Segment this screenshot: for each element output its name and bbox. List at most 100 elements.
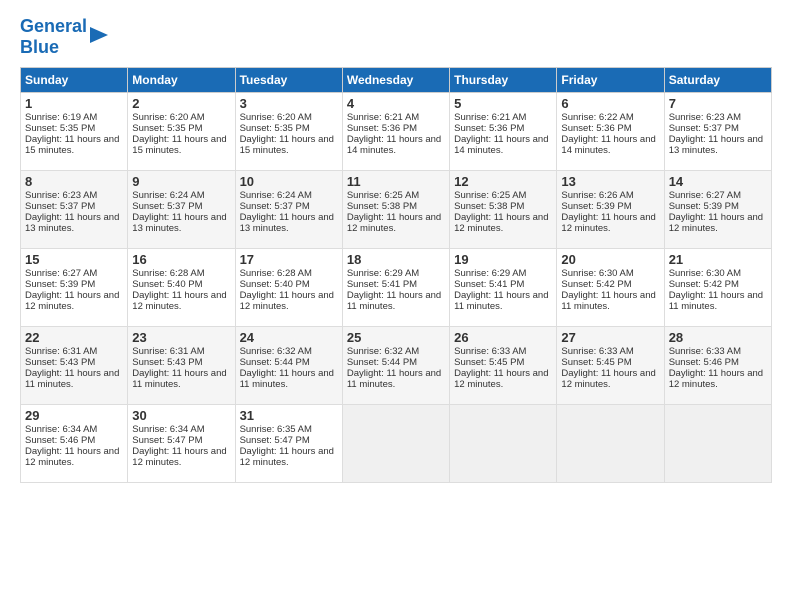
sunrise-text: Sunrise: 6:21 AM	[454, 112, 552, 123]
day-number: 20	[561, 252, 659, 267]
daylight-text: Daylight: 11 hours and 12 minutes.	[347, 212, 445, 234]
sunrise-text: Sunrise: 6:29 AM	[454, 268, 552, 279]
calendar-cell: 16Sunrise: 6:28 AMSunset: 5:40 PMDayligh…	[128, 249, 235, 327]
calendar-cell: 1Sunrise: 6:19 AMSunset: 5:35 PMDaylight…	[21, 93, 128, 171]
day-number: 4	[347, 96, 445, 111]
sunrise-text: Sunrise: 6:27 AM	[25, 268, 123, 279]
day-number: 11	[347, 174, 445, 189]
sunset-text: Sunset: 5:41 PM	[347, 279, 445, 290]
sunset-text: Sunset: 5:46 PM	[25, 435, 123, 446]
calendar-cell: 30Sunrise: 6:34 AMSunset: 5:47 PMDayligh…	[128, 405, 235, 483]
sunrise-text: Sunrise: 6:33 AM	[561, 346, 659, 357]
daylight-text: Daylight: 11 hours and 11 minutes.	[669, 290, 767, 312]
calendar-cell	[450, 405, 557, 483]
day-number: 13	[561, 174, 659, 189]
calendar-cell: 11Sunrise: 6:25 AMSunset: 5:38 PMDayligh…	[342, 171, 449, 249]
sunrise-text: Sunrise: 6:35 AM	[240, 424, 338, 435]
day-number: 31	[240, 408, 338, 423]
daylight-text: Daylight: 11 hours and 11 minutes.	[347, 368, 445, 390]
daylight-text: Daylight: 11 hours and 12 minutes.	[669, 212, 767, 234]
sunset-text: Sunset: 5:37 PM	[25, 201, 123, 212]
calendar-cell: 18Sunrise: 6:29 AMSunset: 5:41 PMDayligh…	[342, 249, 449, 327]
calendar-row: 15Sunrise: 6:27 AMSunset: 5:39 PMDayligh…	[21, 249, 772, 327]
sunrise-text: Sunrise: 6:24 AM	[240, 190, 338, 201]
sunrise-text: Sunrise: 6:33 AM	[454, 346, 552, 357]
daylight-text: Daylight: 11 hours and 12 minutes.	[132, 446, 230, 468]
day-number: 7	[669, 96, 767, 111]
sunset-text: Sunset: 5:44 PM	[240, 357, 338, 368]
calendar-cell: 31Sunrise: 6:35 AMSunset: 5:47 PMDayligh…	[235, 405, 342, 483]
day-number: 28	[669, 330, 767, 345]
sunrise-text: Sunrise: 6:28 AM	[240, 268, 338, 279]
calendar-cell: 29Sunrise: 6:34 AMSunset: 5:46 PMDayligh…	[21, 405, 128, 483]
sunset-text: Sunset: 5:35 PM	[25, 123, 123, 134]
calendar-cell: 2Sunrise: 6:20 AMSunset: 5:35 PMDaylight…	[128, 93, 235, 171]
sunrise-text: Sunrise: 6:22 AM	[561, 112, 659, 123]
sunrise-text: Sunrise: 6:25 AM	[347, 190, 445, 201]
sunrise-text: Sunrise: 6:20 AM	[132, 112, 230, 123]
calendar-cell: 24Sunrise: 6:32 AMSunset: 5:44 PMDayligh…	[235, 327, 342, 405]
daylight-text: Daylight: 11 hours and 11 minutes.	[240, 368, 338, 390]
sunset-text: Sunset: 5:36 PM	[347, 123, 445, 134]
daylight-text: Daylight: 11 hours and 12 minutes.	[454, 212, 552, 234]
day-number: 25	[347, 330, 445, 345]
daylight-text: Daylight: 11 hours and 12 minutes.	[669, 368, 767, 390]
daylight-text: Daylight: 11 hours and 11 minutes.	[25, 368, 123, 390]
calendar-cell	[664, 405, 771, 483]
day-number: 27	[561, 330, 659, 345]
calendar-cell: 15Sunrise: 6:27 AMSunset: 5:39 PMDayligh…	[21, 249, 128, 327]
day-number: 9	[132, 174, 230, 189]
daylight-text: Daylight: 11 hours and 14 minutes.	[347, 134, 445, 156]
sunrise-text: Sunrise: 6:28 AM	[132, 268, 230, 279]
sunrise-text: Sunrise: 6:34 AM	[132, 424, 230, 435]
daylight-text: Daylight: 11 hours and 14 minutes.	[561, 134, 659, 156]
sunrise-text: Sunrise: 6:30 AM	[669, 268, 767, 279]
day-number: 19	[454, 252, 552, 267]
sunset-text: Sunset: 5:35 PM	[132, 123, 230, 134]
daylight-text: Daylight: 11 hours and 12 minutes.	[132, 290, 230, 312]
logo-line1: General	[20, 16, 87, 37]
sunset-text: Sunset: 5:43 PM	[132, 357, 230, 368]
calendar-cell: 22Sunrise: 6:31 AMSunset: 5:43 PMDayligh…	[21, 327, 128, 405]
day-number: 5	[454, 96, 552, 111]
col-header-wednesday: Wednesday	[342, 68, 449, 93]
sunset-text: Sunset: 5:37 PM	[132, 201, 230, 212]
sunset-text: Sunset: 5:38 PM	[454, 201, 552, 212]
day-number: 10	[240, 174, 338, 189]
sunset-text: Sunset: 5:44 PM	[347, 357, 445, 368]
sunset-text: Sunset: 5:41 PM	[454, 279, 552, 290]
daylight-text: Daylight: 11 hours and 11 minutes.	[132, 368, 230, 390]
sunset-text: Sunset: 5:45 PM	[454, 357, 552, 368]
daylight-text: Daylight: 11 hours and 12 minutes.	[561, 212, 659, 234]
calendar-cell	[557, 405, 664, 483]
sunset-text: Sunset: 5:47 PM	[132, 435, 230, 446]
sunrise-text: Sunrise: 6:32 AM	[347, 346, 445, 357]
daylight-text: Daylight: 11 hours and 14 minutes.	[454, 134, 552, 156]
sunset-text: Sunset: 5:42 PM	[561, 279, 659, 290]
sunset-text: Sunset: 5:40 PM	[240, 279, 338, 290]
calendar-cell: 25Sunrise: 6:32 AMSunset: 5:44 PMDayligh…	[342, 327, 449, 405]
sunset-text: Sunset: 5:47 PM	[240, 435, 338, 446]
day-number: 14	[669, 174, 767, 189]
sunrise-text: Sunrise: 6:29 AM	[347, 268, 445, 279]
calendar-cell: 12Sunrise: 6:25 AMSunset: 5:38 PMDayligh…	[450, 171, 557, 249]
sunset-text: Sunset: 5:39 PM	[25, 279, 123, 290]
day-number: 6	[561, 96, 659, 111]
calendar-row: 22Sunrise: 6:31 AMSunset: 5:43 PMDayligh…	[21, 327, 772, 405]
sunrise-text: Sunrise: 6:23 AM	[25, 190, 123, 201]
daylight-text: Daylight: 11 hours and 12 minutes.	[25, 446, 123, 468]
col-header-saturday: Saturday	[664, 68, 771, 93]
daylight-text: Daylight: 11 hours and 12 minutes.	[454, 368, 552, 390]
sunset-text: Sunset: 5:46 PM	[669, 357, 767, 368]
day-number: 8	[25, 174, 123, 189]
col-header-friday: Friday	[557, 68, 664, 93]
calendar-table: SundayMondayTuesdayWednesdayThursdayFrid…	[20, 67, 772, 483]
daylight-text: Daylight: 11 hours and 13 minutes.	[132, 212, 230, 234]
sunset-text: Sunset: 5:43 PM	[25, 357, 123, 368]
calendar-cell: 8Sunrise: 6:23 AMSunset: 5:37 PMDaylight…	[21, 171, 128, 249]
daylight-text: Daylight: 11 hours and 15 minutes.	[132, 134, 230, 156]
header: General Blue	[20, 16, 772, 57]
daylight-text: Daylight: 11 hours and 11 minutes.	[561, 290, 659, 312]
calendar-cell: 26Sunrise: 6:33 AMSunset: 5:45 PMDayligh…	[450, 327, 557, 405]
daylight-text: Daylight: 11 hours and 13 minutes.	[25, 212, 123, 234]
